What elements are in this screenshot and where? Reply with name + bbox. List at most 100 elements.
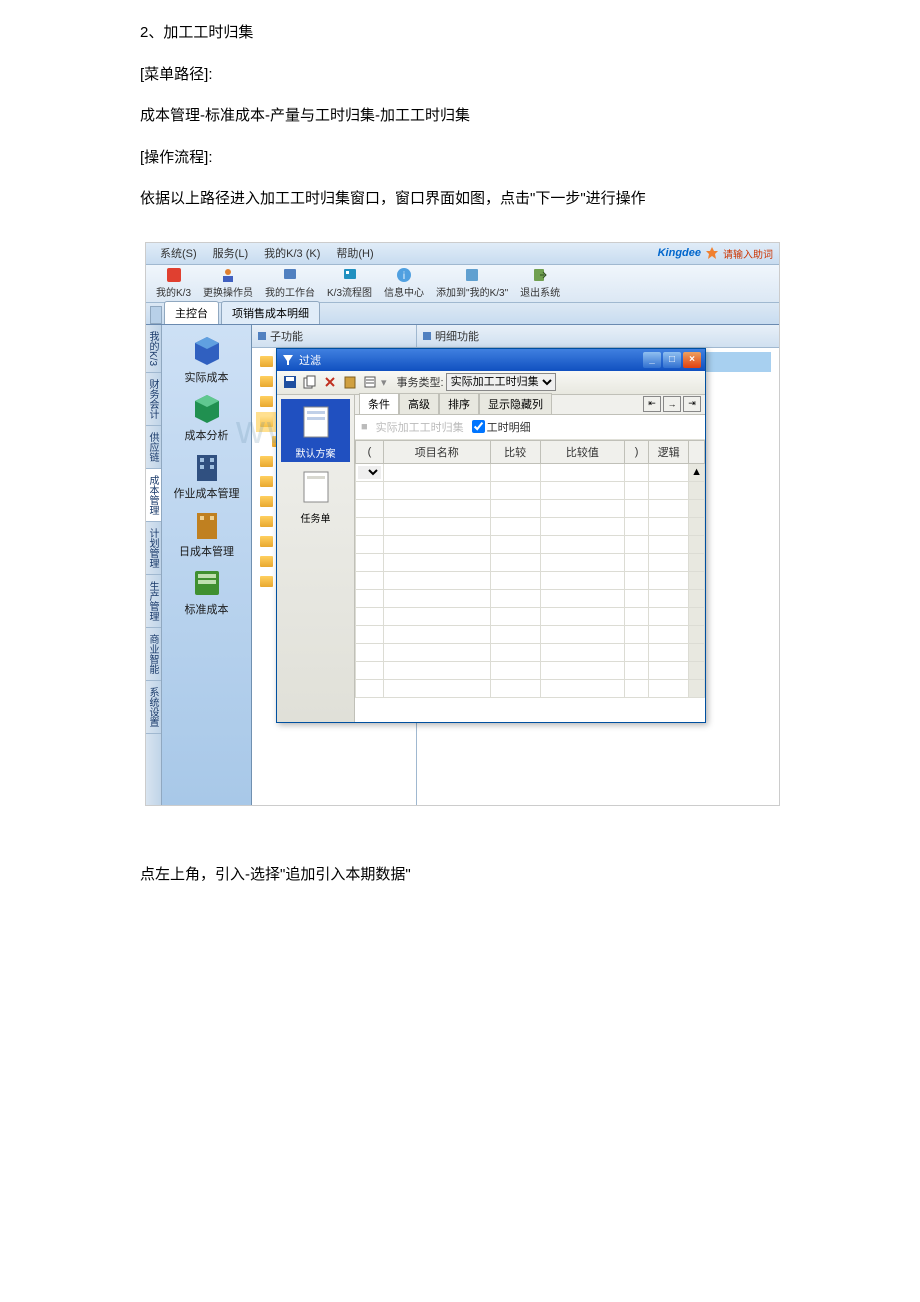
grid-row[interactable] bbox=[356, 643, 705, 661]
close-button[interactable]: × bbox=[683, 352, 701, 368]
folder-icon bbox=[260, 496, 273, 507]
vside-bi[interactable]: 商业智能 bbox=[146, 628, 161, 681]
dialog-titlebar[interactable]: 过滤 _ □ × bbox=[277, 349, 705, 371]
vside-finance[interactable]: 财务会计 bbox=[146, 373, 161, 426]
col-op[interactable]: 比较 bbox=[490, 440, 540, 463]
grid-row[interactable] bbox=[356, 679, 705, 697]
sheet-icon bbox=[300, 470, 332, 506]
folder-icon bbox=[260, 476, 273, 487]
copy-icon[interactable] bbox=[301, 373, 319, 391]
disabled-label: 实际加工工时归集 bbox=[376, 419, 464, 435]
grid-row[interactable] bbox=[356, 625, 705, 643]
tab-columns[interactable]: 显示隐藏列 bbox=[479, 393, 552, 414]
col-rparen[interactable]: ) bbox=[625, 440, 649, 463]
biz-type-select[interactable]: 实际加工工时归集 bbox=[446, 373, 556, 391]
user-icon bbox=[220, 267, 236, 283]
icon-actual-cost[interactable]: 实际成本 bbox=[185, 335, 229, 385]
checkbox-detail[interactable]: 工时明细 bbox=[472, 419, 531, 435]
folder-icon bbox=[260, 356, 273, 367]
grid-row[interactable] bbox=[356, 589, 705, 607]
grid-row[interactable] bbox=[356, 517, 705, 535]
tb-workspace[interactable]: 我的工作台 bbox=[259, 265, 321, 301]
icon-daily-cost[interactable]: 日成本管理 bbox=[179, 509, 234, 559]
filter-dialog: 过滤 _ □ × ▾ 事务类型: 实际加工工时归集 bbox=[276, 348, 706, 723]
folder-icon bbox=[260, 576, 273, 587]
grid-row[interactable] bbox=[356, 553, 705, 571]
star-icon bbox=[166, 267, 182, 283]
save-icon[interactable] bbox=[281, 373, 299, 391]
icon-std-cost[interactable]: 标准成本 bbox=[185, 567, 229, 617]
svg-text:i: i bbox=[403, 271, 405, 282]
folder-icon bbox=[260, 556, 273, 567]
tab-advanced[interactable]: 高级 bbox=[399, 393, 439, 414]
col-value[interactable]: 比较值 bbox=[540, 440, 625, 463]
tab-sales-detail[interactable]: 项销售成本明细 bbox=[221, 301, 320, 324]
scheme-default[interactable]: 默认方案 bbox=[281, 399, 350, 462]
dialog-toolbar: ▾ 事务类型: 实际加工工时归集 bbox=[277, 371, 705, 395]
vside-supply[interactable]: 供应链 bbox=[146, 426, 161, 469]
tb-addto[interactable]: 添加到"我的K/3" bbox=[430, 265, 514, 301]
delete-icon[interactable] bbox=[321, 373, 339, 391]
tb-info[interactable]: i信息中心 bbox=[378, 265, 430, 301]
grid-row[interactable] bbox=[356, 661, 705, 679]
tb-myk3[interactable]: 我的K/3 bbox=[150, 265, 197, 301]
menu-help[interactable]: 帮助(H) bbox=[328, 245, 381, 261]
help-hint: 请输入助词 bbox=[723, 246, 773, 261]
tab-condition[interactable]: 条件 bbox=[359, 393, 399, 414]
detail-header: 明细功能 bbox=[417, 325, 779, 348]
cube-icon bbox=[191, 393, 223, 425]
menu-system[interactable]: 系统(S) bbox=[152, 245, 205, 261]
tb-exit[interactable]: 退出系统 bbox=[514, 265, 566, 301]
maximize-button[interactable]: □ bbox=[663, 352, 681, 368]
vside-prod[interactable]: 生产管理 bbox=[146, 575, 161, 628]
workspace-icon bbox=[282, 267, 298, 283]
tb-switch-user[interactable]: 更换操作员 bbox=[197, 265, 259, 301]
vside-myk3[interactable]: 我的K/3 bbox=[146, 325, 161, 373]
menu-myk3[interactable]: 我的K/3 (K) bbox=[256, 245, 328, 261]
icon-cost-analysis[interactable]: 成本分析 bbox=[185, 393, 229, 443]
menu-service[interactable]: 服务(L) bbox=[205, 245, 256, 261]
col-lparen[interactable]: ( bbox=[356, 440, 384, 463]
col-field[interactable]: 项目名称 bbox=[384, 440, 491, 463]
vside-cost[interactable]: 成本管理 bbox=[146, 469, 161, 522]
folder-icon bbox=[260, 376, 273, 387]
paste-icon[interactable] bbox=[341, 373, 359, 391]
list-icon[interactable] bbox=[361, 373, 379, 391]
building-icon bbox=[191, 451, 223, 483]
grid-row[interactable] bbox=[356, 607, 705, 625]
icon-job-cost[interactable]: 作业成本管理 bbox=[174, 451, 240, 501]
document-body: 2、加工工时归集 [菜单路径]: 成本管理-标准成本-产量与工时归集-加工工时归… bbox=[0, 0, 920, 232]
grid-row[interactable] bbox=[356, 571, 705, 589]
app-screenshot: 系统(S) 服务(L) 我的K/3 (K) 帮助(H) Kingdee 请输入助… bbox=[145, 242, 780, 806]
checkbox-input[interactable] bbox=[472, 420, 485, 433]
filter-grid[interactable]: ( 项目名称 比较 比较值 ) 逻辑 ▲ bbox=[355, 440, 705, 722]
menubar: 系统(S) 服务(L) 我的K/3 (K) 帮助(H) Kingdee 请输入助… bbox=[146, 243, 779, 265]
tab-handle[interactable] bbox=[150, 306, 162, 324]
folder-icon bbox=[260, 516, 273, 527]
folder-icon bbox=[260, 536, 273, 547]
scheme-task[interactable]: 任务单 bbox=[281, 470, 350, 525]
nav-first[interactable]: ⇤ bbox=[643, 396, 661, 412]
flow-value: 依据以上路径进入加工工时归集窗口，窗口界面如图，点击"下一步"进行操作 bbox=[140, 180, 780, 218]
square-icon bbox=[423, 332, 431, 340]
minimize-button[interactable]: _ bbox=[643, 352, 661, 368]
tab-console[interactable]: 主控台 bbox=[164, 301, 219, 324]
nav-last[interactable]: ⇥ bbox=[683, 396, 701, 412]
cell-select[interactable] bbox=[358, 466, 381, 479]
vside-plan[interactable]: 计划管理 bbox=[146, 522, 161, 575]
main-area: 我的K/3 财务会计 供应链 成本管理 计划管理 生产管理 商业智能 系统设置 … bbox=[146, 325, 779, 805]
help-star-icon bbox=[705, 246, 719, 260]
col-logic[interactable]: 逻辑 bbox=[649, 440, 689, 463]
tab-sort[interactable]: 排序 bbox=[439, 393, 479, 414]
vside-sys[interactable]: 系统设置 bbox=[146, 681, 161, 734]
grid-row[interactable]: ▲ bbox=[356, 463, 705, 481]
exit-icon bbox=[532, 267, 548, 283]
grid-row[interactable] bbox=[356, 499, 705, 517]
tb-flowchart[interactable]: K/3流程图 bbox=[321, 265, 378, 301]
building-icon bbox=[191, 509, 223, 541]
grid-row[interactable] bbox=[356, 481, 705, 499]
grid-row[interactable] bbox=[356, 535, 705, 553]
nav-next[interactable]: → bbox=[663, 396, 681, 412]
document-footer: 点左上角，引入-选择"追加引入本期数据" bbox=[0, 816, 920, 908]
square-icon bbox=[258, 332, 266, 340]
